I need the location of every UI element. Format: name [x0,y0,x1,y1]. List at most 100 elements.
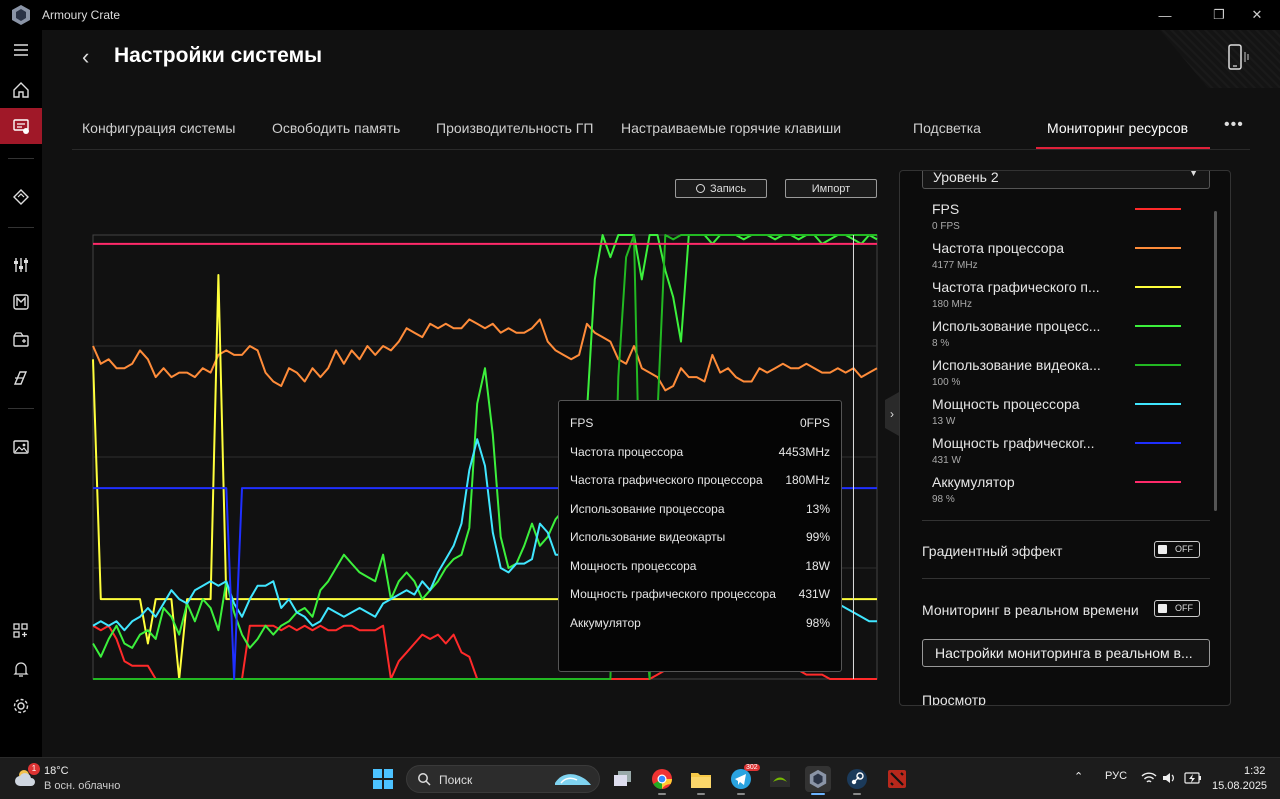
tab-bar: Конфигурация системы Освободить память П… [72,114,1250,150]
metric-color-swatch [1135,247,1181,249]
tooltip-value: 180MHz [785,473,830,487]
panel-divider [922,578,1210,579]
title-bar: Armoury Crate — ❐ ✕ [0,0,1280,30]
tooltip-label: Аккумулятор [570,615,641,630]
tray-overflow-chevron-icon[interactable]: ⌃ [1074,770,1083,783]
steam-icon[interactable] [844,766,870,795]
metric-value: 13 W [932,416,956,427]
record-label: Запись [709,182,747,195]
tooltip-row: Частота графического процессора 180MHz [570,470,830,490]
file-explorer-icon[interactable] [688,766,714,795]
tooltip-label: FPS [570,416,594,430]
tab-system-config[interactable]: Конфигурация системы [82,120,235,136]
metric-name: Использование видеока... [932,357,1101,373]
panel-scrollbar[interactable] [1214,211,1217,511]
realtime-settings-button[interactable]: Настройки мониторинга в реальном в... [922,639,1210,667]
metric-item[interactable]: Частота процессора 4177 MHz [932,240,1182,278]
hamburger-menu-icon[interactable] [0,32,42,68]
gallery-image-icon[interactable] [0,429,42,465]
taskbar-search[interactable]: Поиск [406,765,600,793]
metric-item[interactable]: Использование процесс... 8 % [932,318,1182,356]
main-content: ‹ Настройки системы Конфигурация системы… [42,30,1280,757]
record-button[interactable]: Запись [675,179,767,198]
level-dropdown[interactable]: Уровень 2 ▼ [922,171,1210,189]
clock-time[interactable]: 1:32 [1244,765,1265,777]
search-placeholder: Поиск [439,773,473,787]
back-arrow-icon[interactable]: ‹ [82,46,102,68]
tooltip-value: 13% [805,501,830,516]
header-decoration [1160,30,1280,88]
telegram-icon[interactable]: 302 [728,764,760,795]
tuning-sliders-icon[interactable] [0,247,42,283]
tab-custom-hotkeys[interactable]: Настраиваемые горячие клавиши [621,120,841,136]
wifi-icon[interactable] [1141,771,1157,785]
aura-sync-icon[interactable] [0,179,42,215]
settings-gear-icon[interactable] [0,688,42,724]
metric-item[interactable]: Мощность графическог... 431 W [932,435,1182,473]
battery-charging-icon[interactable] [1184,772,1202,784]
armoury-crate-logo-icon [12,5,30,25]
tooltip-label: Использование процессора [570,501,725,516]
search-icon [418,773,431,786]
input-language[interactable]: РУС [1105,770,1127,782]
dota2-icon[interactable] [884,766,910,792]
clock-date[interactable]: 15.08.2025 [1212,780,1267,792]
tab-gpu-performance[interactable]: Производительность ГП [436,120,593,136]
import-button[interactable]: Импорт [785,179,877,198]
windows-start-icon[interactable] [372,768,394,790]
tooltip-row: Использование видеокарты 99% [570,527,830,547]
weather-badge: 1 [28,763,40,775]
home-icon[interactable] [0,72,42,108]
notification-bell-icon[interactable] [0,651,42,687]
metric-item[interactable]: Использование видеока... 100 % [932,357,1182,395]
device-phone-icon[interactable] [1224,42,1254,72]
tooltip-value: 98% [805,615,830,630]
toggle-state: OFF [1175,603,1193,613]
tooltip-row: Использование процессора 13% [570,499,830,519]
tab-resource-monitor[interactable]: Мониторинг ресурсов [1047,120,1188,136]
app-running-indicator [853,793,861,795]
nvidia-icon[interactable] [767,766,793,792]
tooltip-value: 0FPS [799,416,830,430]
task-view-icon[interactable] [610,766,636,792]
metric-item[interactable]: Мощность процессора 13 W [932,396,1182,434]
page-title: Настройки системы [114,44,323,67]
view-label[interactable]: Просмотр [922,692,986,705]
featured-apps-icon[interactable] [0,613,42,649]
metric-color-swatch [1135,403,1181,405]
toggle-knob [1158,604,1167,613]
gradient-effect-toggle[interactable]: OFF [1154,541,1200,558]
chrome-icon[interactable] [649,766,675,795]
realtime-monitor-toggle[interactable]: OFF [1154,600,1200,617]
collapse-panel-icon[interactable]: › [885,392,899,436]
metric-value: 100 % [932,377,961,388]
metric-value: 98 % [932,494,955,505]
left-sidebar [0,30,42,757]
metric-item[interactable]: Аккумулятор 98 % [932,474,1182,512]
system-settings-icon[interactable] [0,108,42,144]
sidebar-divider [8,227,34,228]
scenario-profiles-icon[interactable] [0,360,42,396]
tooltip-row: Мощность процессора 18W [570,556,830,576]
tooltip-row: Мощность графического процессора 431W [570,584,830,604]
window-title: Armoury Crate [42,8,121,22]
metric-name: FPS [932,201,960,217]
armoury-m-icon[interactable] [0,284,42,320]
record-dot-icon [695,184,705,193]
armoury-crate-taskbar-icon[interactable] [805,766,831,795]
metric-color-swatch [1135,481,1181,483]
metric-value: 0 FPS [932,221,960,232]
minimize-icon[interactable]: — [1142,0,1188,30]
more-tabs-icon[interactable]: ••• [1224,116,1244,134]
metric-color-swatch [1135,325,1181,327]
volume-icon[interactable] [1162,771,1176,785]
close-icon[interactable]: ✕ [1234,0,1280,30]
app-running-indicator [737,793,745,795]
tab-lighting[interactable]: Подсветка [913,120,981,136]
series-line [92,318,878,392]
tab-free-memory[interactable]: Освободить память [272,120,400,136]
metric-item[interactable]: FPS 0 FPS [932,201,1182,239]
metric-color-swatch [1135,364,1181,366]
game-library-icon[interactable] [0,322,42,358]
metric-item[interactable]: Частота графического п... 180 MHz [932,279,1182,317]
